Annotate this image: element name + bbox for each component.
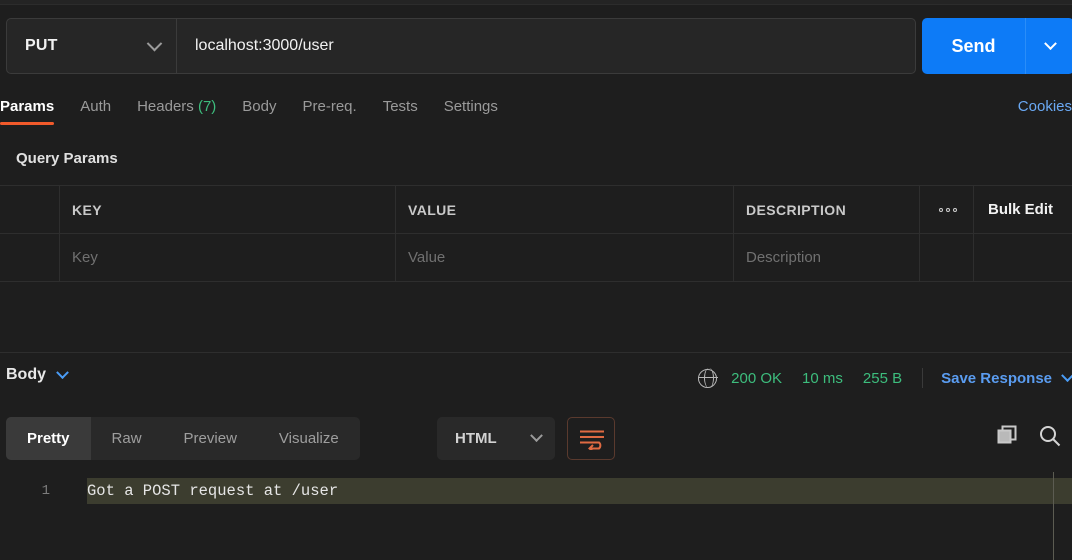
tab-settings[interactable]: Settings (431, 92, 511, 134)
status-badge: 200 OK (731, 369, 783, 387)
tab-label: Headers (137, 98, 194, 115)
request-tabs: Params Auth Headers (7) Body Pre-req. Te… (0, 92, 1072, 134)
three-dots-icon (938, 207, 957, 212)
header-cell-value: VALUE (396, 186, 734, 233)
chevron-down-icon (56, 365, 69, 379)
globe-icon (697, 368, 718, 388)
url-box: PUT localhost:3000/user (6, 18, 916, 74)
cookies-link[interactable]: Cookies (1018, 98, 1072, 115)
send-button-label[interactable]: Send (922, 18, 1026, 74)
tab-label: Pre-req. (302, 98, 357, 115)
response-status-strip: 200 OK 10 ms 255 B Save Response (697, 368, 1072, 388)
tab-label: Settings (443, 98, 498, 115)
send-button[interactable]: Send (922, 18, 1072, 74)
tab-headers[interactable]: Headers (7) (124, 92, 229, 134)
status-divider (922, 368, 924, 388)
table-options-button[interactable] (920, 186, 974, 233)
query-params-title: Query Params (16, 150, 118, 167)
line-number: 1 (41, 483, 50, 499)
chevron-down-icon (146, 35, 163, 51)
save-response-button[interactable]: Save Response (941, 370, 1052, 387)
tab-tests[interactable]: Tests (370, 92, 431, 134)
tab-prerequest[interactable]: Pre-req. (290, 92, 370, 134)
response-body-code[interactable]: 1 Got a POST request at /user (0, 472, 1072, 560)
url-input[interactable]: localhost:3000/user (177, 19, 915, 73)
bulk-edit-button[interactable]: Bulk Edit (974, 186, 1072, 233)
code-line: 1 Got a POST request at /user (0, 478, 1072, 504)
table-header-row: KEY VALUE DESCRIPTION Bulk Edit (0, 185, 1072, 234)
table-row: Key Value Description (0, 234, 1072, 282)
response-body-label: Body (6, 366, 46, 383)
response-size: 255 B (862, 369, 903, 387)
tab-label: Tests (382, 98, 418, 115)
row-checkbox-cell[interactable] (0, 234, 60, 281)
row-options-cell (920, 234, 974, 281)
response-format-select[interactable]: HTML (437, 417, 555, 460)
query-params-table: KEY VALUE DESCRIPTION Bulk Edit Key Valu… (0, 185, 1072, 282)
tab-visualize[interactable]: Visualize (258, 417, 360, 460)
row-end-cell (974, 234, 1072, 281)
chevron-down-icon[interactable] (1061, 368, 1072, 382)
tab-preview[interactable]: Preview (163, 417, 258, 460)
tab-params[interactable]: Params (0, 92, 67, 134)
tab-pretty[interactable]: Pretty (6, 417, 91, 460)
param-value-input[interactable]: Value (396, 234, 734, 281)
search-icon[interactable] (1038, 424, 1062, 448)
wrap-lines-icon (580, 430, 604, 450)
response-divider (0, 352, 1072, 353)
header-cell-key: KEY (60, 186, 396, 233)
response-time: 10 ms (802, 369, 843, 387)
bulk-edit-label: Bulk Edit (988, 201, 1054, 218)
tab-label: Params (0, 98, 55, 115)
copy-icon[interactable] (996, 425, 1018, 447)
response-view-tabs: Pretty Raw Preview Visualize (6, 417, 360, 460)
response-format-label: HTML (455, 430, 497, 447)
http-method-label: PUT (25, 37, 58, 54)
code-cursor-line (1053, 472, 1054, 560)
chevron-down-icon (1043, 36, 1057, 50)
tab-auth[interactable]: Auth (67, 92, 124, 134)
tab-raw[interactable]: Raw (91, 417, 163, 460)
code-line-text: Got a POST request at /user (87, 482, 339, 500)
headers-count-badge: (7) (197, 98, 217, 115)
send-options-button[interactable] (1026, 18, 1072, 74)
tab-label: Body (242, 98, 277, 115)
param-key-input[interactable]: Key (60, 234, 396, 281)
wrap-lines-button[interactable] (567, 417, 615, 460)
tab-body[interactable]: Body (229, 92, 289, 134)
request-url-row: PUT localhost:3000/user Send (0, 18, 1072, 74)
tab-label: Auth (80, 98, 112, 115)
header-cell-description: DESCRIPTION (734, 186, 920, 233)
param-description-input[interactable]: Description (734, 234, 920, 281)
header-cell-checkbox (0, 186, 60, 233)
window-top-strip (0, 0, 1072, 5)
chevron-down-icon (530, 429, 543, 443)
http-method-select[interactable]: PUT (7, 19, 177, 73)
response-body-toggle[interactable]: Body (6, 365, 69, 384)
response-actions (996, 424, 1062, 448)
